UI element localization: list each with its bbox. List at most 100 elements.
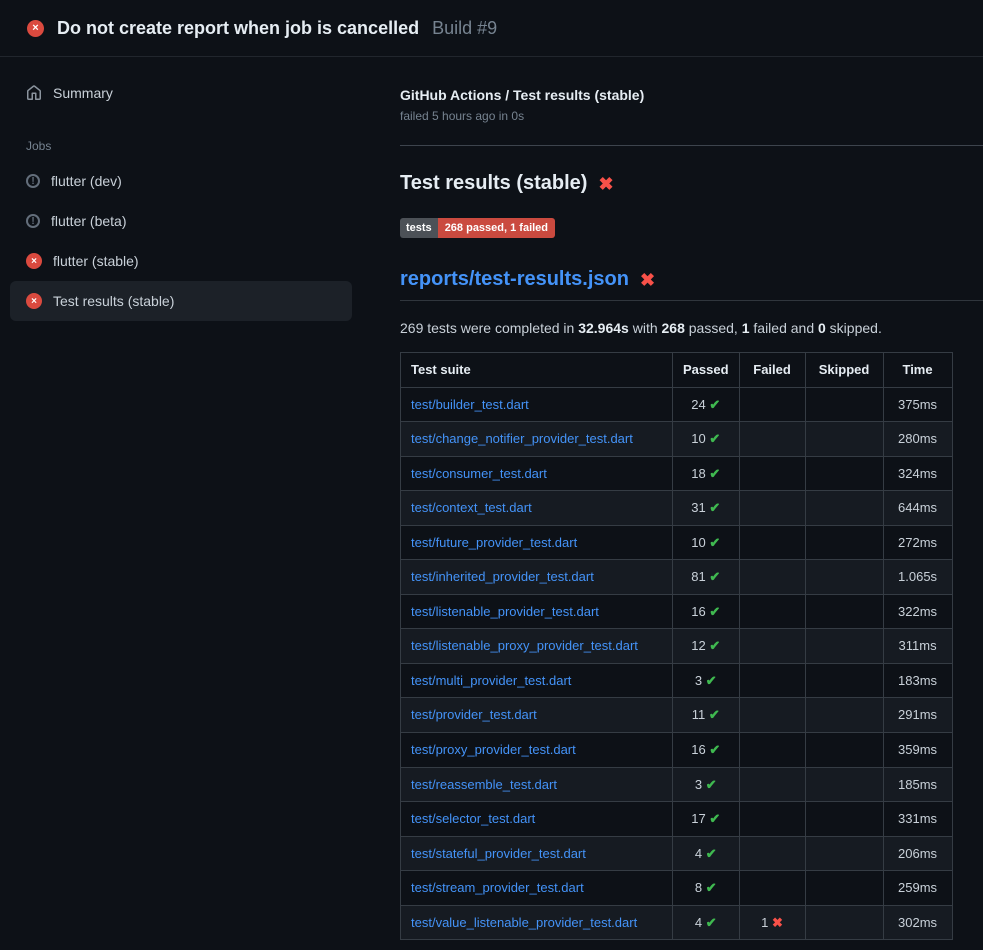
check-icon: ✔: [709, 707, 720, 722]
failed-cell: [739, 767, 805, 802]
table-row: test/inherited_provider_test.dart 81 ✔ 1.0…: [401, 560, 953, 595]
suite-cell: test/multi_provider_test.dart: [401, 663, 673, 698]
passed-cell: 3 ✔: [673, 663, 740, 698]
sidebar-item-flutter-stable[interactable]: × flutter (stable): [10, 241, 352, 281]
table-row: test/stateful_provider_test.dart4 ✔206ms: [401, 836, 953, 871]
summary-segment: 269 tests were completed in: [400, 320, 578, 336]
run-meta: failed 5 hours ago in 0s: [400, 109, 983, 123]
tests-badge: tests 268 passed, 1 failed: [400, 218, 555, 238]
suite-cell: test/listenable_proxy_provider_test.dart: [401, 629, 673, 664]
suite-link[interactable]: test/listenable_provider_test.dart: [411, 604, 599, 619]
sidebar-item-flutter-dev[interactable]: ! flutter (dev): [10, 161, 352, 201]
badge-label: tests: [400, 218, 438, 238]
suite-link[interactable]: test/value_listenable_provider_test.dart: [411, 915, 637, 930]
summary-segment: passed,: [685, 320, 742, 336]
passed-cell-count: 16: [691, 604, 709, 619]
failed-status-icon: ×: [26, 253, 42, 269]
badge-value: 268 passed, 1 failed: [438, 218, 555, 238]
sidebar: Summary Jobs ! flutter (dev) ! flutter (…: [0, 57, 376, 321]
skipped-cell: [805, 871, 883, 906]
table-row: test/builder_test.dart24 ✔375ms: [401, 387, 953, 422]
sidebar-item-test-results-stable[interactable]: × Test results (stable): [10, 281, 352, 321]
passed-cell: 18 ✔: [673, 456, 740, 491]
suite-link[interactable]: test/proxy_provider_test.dart: [411, 742, 576, 757]
table-row: test/proxy_provider_test.dart 16 ✔ 359ms: [401, 733, 953, 768]
passed-cell-count: 3: [695, 673, 706, 688]
passed-cell-count: 8: [695, 880, 706, 895]
time-cell: 291ms: [883, 698, 952, 733]
passed-cell-count: 24: [691, 397, 709, 412]
suite-cell: test/inherited_provider_test.dart: [401, 560, 673, 595]
suite-link[interactable]: test/context_test.dart: [411, 500, 532, 515]
time-cell: 359ms: [883, 733, 952, 768]
report-link[interactable]: reports/test-results.json: [400, 268, 629, 291]
suite-cell: test/selector_test.dart: [401, 802, 673, 837]
check-icon: ✔: [709, 604, 720, 619]
column-header-failed: Failed: [739, 353, 805, 388]
table-row: test/context_test.dart31 ✔644ms: [401, 491, 953, 526]
check-icon: ✔: [709, 811, 720, 826]
suite-link[interactable]: test/future_provider_test.dart: [411, 535, 577, 550]
page-layout: Summary Jobs ! flutter (dev) ! flutter (…: [0, 57, 983, 940]
suite-cell: test/stateful_provider_test.dart: [401, 836, 673, 871]
check-icon: ✔: [706, 880, 717, 895]
passed-cell: 4 ✔: [673, 836, 740, 871]
suite-cell: test/provider_test.dart: [401, 698, 673, 733]
suite-link[interactable]: test/selector_test.dart: [411, 811, 535, 826]
time-cell: 644ms: [883, 491, 952, 526]
failed-cell: [739, 491, 805, 526]
passed-cell: 16 ✔: [673, 733, 740, 768]
results-table: Test suitePassedFailedSkippedTime test/b…: [400, 352, 953, 940]
suite-link[interactable]: test/provider_test.dart: [411, 707, 537, 722]
passed-cell: 12 ✔: [673, 629, 740, 664]
failed-cell: [739, 836, 805, 871]
suite-cell: test/consumer_test.dart: [401, 456, 673, 491]
suite-link[interactable]: test/stream_provider_test.dart: [411, 880, 584, 895]
check-icon: ✔: [709, 500, 720, 515]
divider: [400, 145, 983, 146]
suite-link[interactable]: test/inherited_provider_test.dart: [411, 569, 594, 584]
suite-link[interactable]: test/listenable_proxy_provider_test.dart: [411, 638, 638, 653]
summary-line: 269 tests were completed in 32.964s with…: [400, 320, 983, 336]
failed-cell: [739, 802, 805, 837]
time-cell: 311ms: [883, 629, 952, 664]
sidebar-item-flutter-beta[interactable]: ! flutter (beta): [10, 201, 352, 241]
check-icon: ✔: [709, 535, 720, 550]
summary-segment: 32.964s: [578, 320, 629, 336]
skipped-cell: [805, 387, 883, 422]
skipped-cell: [805, 836, 883, 871]
section-title-text: Test results (stable): [400, 172, 587, 195]
suite-cell: test/proxy_provider_test.dart: [401, 733, 673, 768]
suite-link[interactable]: test/reassemble_test.dart: [411, 777, 557, 792]
failed-cell: [739, 525, 805, 560]
passed-cell-count: 10: [691, 535, 709, 550]
failed-status-icon: ×: [27, 20, 44, 37]
passed-cell: 81 ✔: [673, 560, 740, 595]
summary-segment: 0: [818, 320, 826, 336]
passed-cell-count: 11: [692, 707, 709, 722]
failed-status-icon: ×: [26, 293, 42, 309]
skipped-cell: [805, 491, 883, 526]
failed-cell: [739, 698, 805, 733]
summary-label: Summary: [53, 85, 113, 101]
passed-cell: 10 ✔: [673, 422, 740, 457]
suite-link[interactable]: test/multi_provider_test.dart: [411, 673, 571, 688]
passed-cell: 3 ✔: [673, 767, 740, 802]
table-row: test/stream_provider_test.dart8 ✔259ms: [401, 871, 953, 906]
passed-cell-count: 18: [691, 466, 709, 481]
section-title: Test results (stable) ✖: [400, 172, 983, 195]
suite-link[interactable]: test/change_notifier_provider_test.dart: [411, 431, 633, 446]
failed-cell: [739, 629, 805, 664]
failed-cell: [739, 733, 805, 768]
suite-link[interactable]: test/consumer_test.dart: [411, 466, 547, 481]
passed-cell: 10 ✔: [673, 525, 740, 560]
passed-cell-count: 4: [695, 915, 706, 930]
sidebar-item-summary[interactable]: Summary: [10, 73, 352, 113]
x-icon: ✖: [772, 915, 783, 930]
failed-cell: [739, 663, 805, 698]
build-title: Do not create report when job is cancell…: [57, 18, 419, 39]
suite-link[interactable]: test/builder_test.dart: [411, 397, 529, 412]
time-cell: 183ms: [883, 663, 952, 698]
suite-link[interactable]: test/stateful_provider_test.dart: [411, 846, 586, 861]
time-cell: 1.065s: [883, 560, 952, 595]
